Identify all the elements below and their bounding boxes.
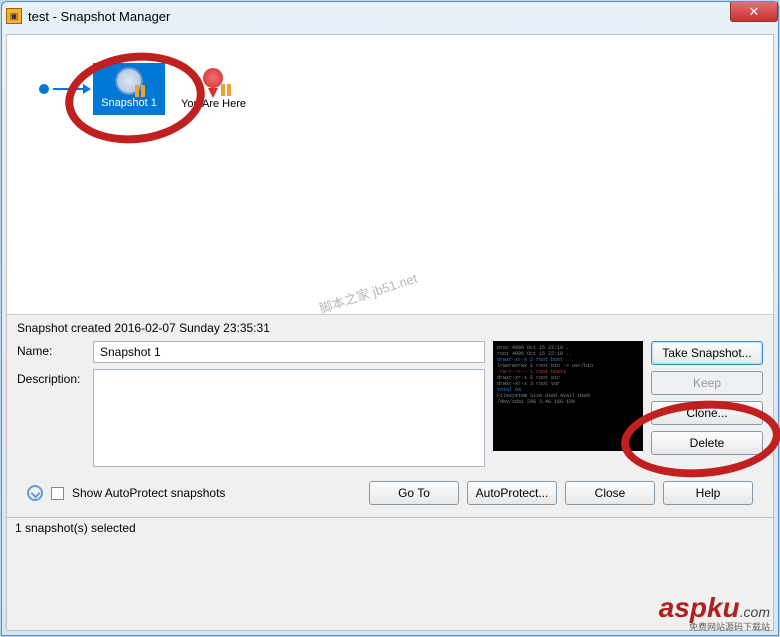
tree-connector-icon [53,88,85,90]
bottom-bar: Show AutoProtect snapshots Go To AutoPro… [17,473,763,513]
snapshot-manager-window: ▣ test - Snapshot Manager ✕ Snapshot 1 [1,1,779,636]
keep-button: Keep [651,371,763,395]
app-icon: ▣ [6,8,22,24]
snapshot-node[interactable]: Snapshot 1 [93,63,165,115]
side-button-column: Take Snapshot... Keep Clone... Delete [651,341,763,467]
root-node-icon[interactable] [39,84,49,94]
client-area: Snapshot 1 You Are Here 脚本之家 jb51.net Sn… [6,34,774,631]
help-button[interactable]: Help [663,481,753,505]
snapshot-clock-icon [115,67,143,95]
name-input[interactable] [93,341,485,363]
snapshot-node-label: Snapshot 1 [101,97,157,109]
pause-badge-icon [135,85,145,97]
branding-suffix: .com [740,604,770,620]
pause-badge-icon [221,84,231,96]
pin-icon [203,68,225,96]
description-label: Description: [17,369,87,386]
snapshot-tree[interactable]: Snapshot 1 You Are Here 脚本之家 jb51.net [7,35,773,315]
snapshot-thumbnail[interactable]: proc 4096 Oct 15 22:10 . root 4096 Oct 1… [493,341,643,451]
clone-button[interactable]: Clone... [651,401,763,425]
close-window-button[interactable]: ✕ [730,2,778,22]
description-input[interactable] [93,369,485,467]
show-autoprotect-checkbox[interactable] [51,487,64,500]
window-title: test - Snapshot Manager [28,9,170,24]
watermark-text: 脚本之家 jb51.net [317,268,420,315]
status-bar: 1 snapshot(s) selected [7,517,773,538]
name-label: Name: [17,341,87,358]
details-panel: Snapshot created 2016-02-07 Sunday 23:35… [7,315,773,517]
take-snapshot-button[interactable]: Take Snapshot... [651,341,763,365]
branding-watermark: aspku.com 免费网站源码下载站 [659,592,770,633]
close-icon: ✕ [749,4,760,20]
goto-button[interactable]: Go To [369,481,459,505]
show-autoprotect-label: Show AutoProtect snapshots [72,486,225,500]
branding-main: aspku [659,592,740,623]
autoprotect-button[interactable]: AutoProtect... [467,481,557,505]
refresh-icon[interactable] [27,485,43,501]
close-button[interactable]: Close [565,481,655,505]
you-are-here-node[interactable]: You Are Here [181,68,246,110]
titlebar[interactable]: ▣ test - Snapshot Manager ✕ [2,2,778,30]
delete-button[interactable]: Delete [651,431,763,455]
snapshot-created-text: Snapshot created 2016-02-07 Sunday 23:35… [17,321,763,335]
here-label: You Are Here [181,98,246,110]
